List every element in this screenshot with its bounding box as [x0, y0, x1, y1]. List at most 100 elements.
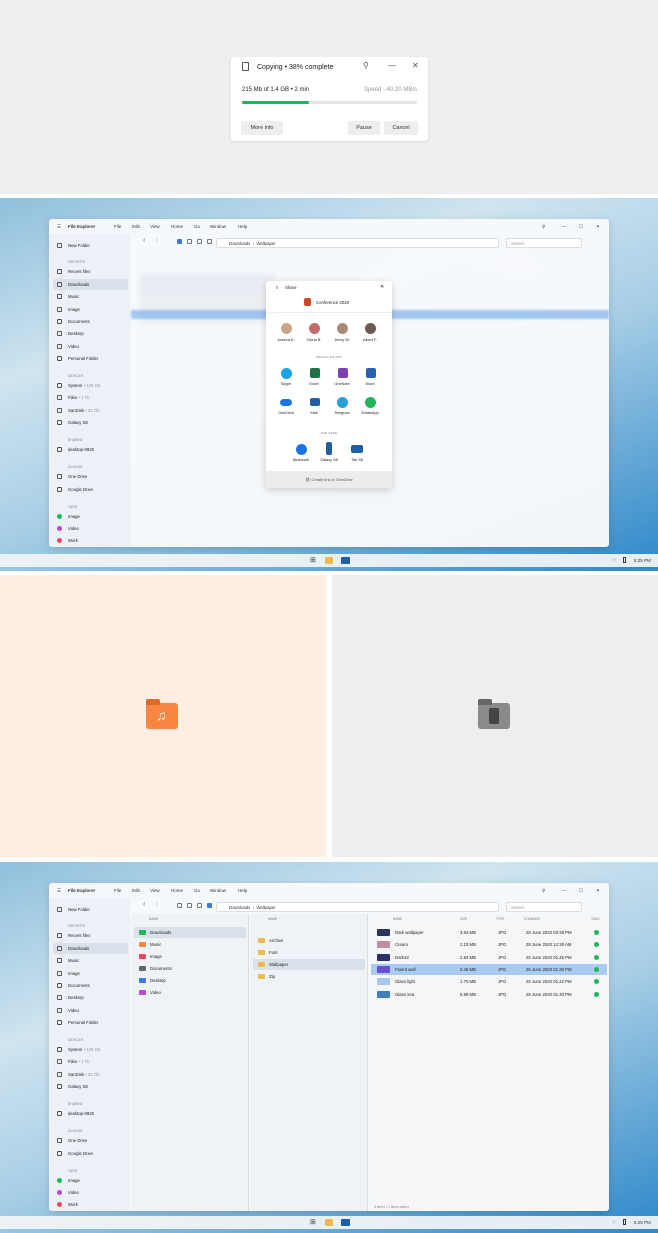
sidebar-item-music[interactable]: Music: [53, 955, 128, 966]
battery-icon[interactable]: [623, 557, 626, 563]
list-item-documents[interactable]: Documents: [134, 963, 246, 974]
sidebar-tag-image[interactable]: Image: [53, 1175, 128, 1186]
menu-edit[interactable]: Edit: [132, 888, 140, 893]
menu-home[interactable]: Home: [171, 224, 183, 229]
breadcrumb-wallpaper[interactable]: Wallpaper: [256, 905, 275, 910]
mail-icon[interactable]: [341, 557, 350, 564]
sidebar-item-desktop[interactable]: Desktop: [53, 328, 128, 339]
sidebar-item-music[interactable]: Music: [53, 291, 128, 302]
bluetooth-icon[interactable]: [296, 444, 307, 455]
sidebar-item-googledrive[interactable]: Google Drive: [53, 1148, 128, 1159]
excel-icon[interactable]: [310, 368, 320, 378]
sidebar-tag-video[interactable]: Video: [53, 523, 128, 534]
app-whatsapp[interactable]: WhatsApp: [355, 411, 385, 415]
list-item-image[interactable]: Image: [134, 951, 246, 962]
sidebar-tag-work[interactable]: Work: [53, 535, 128, 546]
skype-icon[interactable]: [281, 368, 292, 379]
wifi-icon[interactable]: ♡: [612, 558, 616, 564]
sidebar-item-documents[interactable]: Documents: [53, 316, 128, 327]
sidebar-item-downloads[interactable]: Downloads: [53, 279, 128, 290]
sidebar-item-recent[interactable]: Recent files: [53, 930, 128, 941]
sidebar-item-system[interactable]: System • 128 Gb: [53, 1044, 128, 1055]
view-columns-icon[interactable]: [207, 903, 212, 908]
sidebar-item-downloads[interactable]: Downloads: [53, 943, 128, 954]
app-excel[interactable]: Excel: [299, 382, 329, 386]
avatar[interactable]: [365, 323, 376, 334]
forward-icon[interactable]: ›: [156, 901, 158, 908]
list-item-video[interactable]: Video: [134, 987, 246, 998]
sidebar-item-image[interactable]: Image: [53, 968, 128, 979]
search-input[interactable]: Search: [506, 902, 582, 912]
tag-dot-icon[interactable]: [594, 979, 599, 985]
sidebar-item-onedrive[interactable]: One Drive: [53, 1135, 128, 1146]
pin-icon[interactable]: ⚲: [363, 61, 369, 70]
app-skype[interactable]: Skype: [271, 382, 301, 386]
sidebar-tag-video[interactable]: Video: [53, 1187, 128, 1198]
app-mail[interactable]: Mail: [299, 411, 329, 415]
column-header-changed[interactable]: CHANGED: [524, 917, 540, 921]
sidebar-item-personal[interactable]: Personal Folder: [53, 1017, 128, 1028]
menu-help[interactable]: Help: [238, 224, 247, 229]
list-item-font[interactable]: Font: [253, 947, 365, 958]
minimize-button[interactable]: —: [388, 61, 396, 70]
view-list-icon[interactable]: [177, 239, 182, 244]
table-row[interactable]: Cream 2.23 MB JPG 28 June 2020 12:35 AM: [371, 939, 607, 950]
column-header-size[interactable]: SIZE: [460, 917, 467, 921]
back-icon[interactable]: ‹: [143, 901, 145, 908]
table-row[interactable]: Dark wallpaper 3.63 MB JPG 28 June 2020 03:…: [371, 927, 607, 938]
sidebar-item-video[interactable]: Video: [53, 1005, 128, 1016]
start-icon[interactable]: ⊞: [310, 556, 316, 564]
pause-button[interactable]: Pause: [348, 121, 380, 135]
column-header-type[interactable]: TYPE: [496, 917, 504, 921]
sidebar-item-recent[interactable]: Recent files: [53, 266, 128, 277]
tag-dot-icon[interactable]: [594, 954, 599, 960]
sidebar-tag-image[interactable]: Image: [53, 511, 128, 522]
sidebar-item-onedrive[interactable]: One Drive: [53, 471, 128, 482]
list-item-downloads[interactable]: Downloads: [134, 927, 246, 938]
contact-gloria[interactable]: Gloria B.: [299, 338, 329, 342]
device-galaxy[interactable]: Galaxy S8: [314, 458, 344, 462]
more-info-button[interactable]: More info: [241, 121, 283, 135]
menu-edit[interactable]: Edit: [132, 224, 140, 229]
sidebar-item-sandisk[interactable]: SanDisk • 32 Gb: [53, 405, 128, 416]
view-list-icon[interactable]: [177, 903, 182, 908]
menu-help[interactable]: Help: [238, 888, 247, 893]
new-folder-button[interactable]: New Folder: [53, 240, 128, 251]
list-item-desktop[interactable]: Desktop: [134, 975, 246, 986]
close-icon[interactable]: ✕: [380, 284, 384, 290]
list-item-music[interactable]: Music: [134, 939, 246, 950]
battery-icon[interactable]: [623, 1219, 626, 1225]
onedrive-icon[interactable]: [280, 399, 292, 406]
sidebar-item-system[interactable]: System • 128 Gb: [53, 380, 128, 391]
mail-icon[interactable]: [341, 1219, 350, 1226]
file-explorer-icon[interactable]: [325, 1219, 333, 1226]
onenote-icon[interactable]: [338, 368, 348, 378]
tag-dot-icon[interactable]: [594, 930, 599, 935]
sidebar-item-files[interactable]: Files • 1 Tb: [53, 1056, 128, 1067]
list-item-archive[interactable]: Archive: [253, 935, 365, 946]
breadcrumb-wallpaper[interactable]: Wallpaper: [256, 241, 275, 246]
view-grid-icon[interactable]: [187, 239, 192, 244]
sidebar-item-files[interactable]: Files • 1 Tb: [53, 392, 128, 403]
table-row[interactable]: Fluent wall 2.45 MB JPG 26 June 2020 01:30 …: [371, 963, 607, 975]
sidebar-item-desktop[interactable]: Desktop: [53, 992, 128, 1003]
column-header-name[interactable]: NAME: [393, 917, 402, 921]
pin-icon[interactable]: ⚲: [542, 224, 545, 230]
contact-jessica[interactable]: Jessica K.: [271, 338, 301, 342]
maximize-button[interactable]: ☐: [579, 888, 583, 894]
tag-dot-icon[interactable]: [594, 966, 599, 972]
menu-go[interactable]: Go: [194, 224, 200, 229]
menu-file[interactable]: File: [114, 224, 121, 229]
app-telegram[interactable]: Telegram: [327, 411, 357, 415]
menu-icon[interactable]: ☰: [57, 888, 61, 894]
file-explorer-icon[interactable]: [325, 557, 333, 564]
sidebar-item-image[interactable]: Image: [53, 304, 128, 315]
breadcrumb[interactable]: Downloads › Wallpaper: [216, 238, 499, 248]
avatar[interactable]: [337, 323, 348, 334]
contact-jenny[interactable]: Jenny W.: [327, 338, 357, 342]
column-header-tags[interactable]: TAGS: [591, 917, 599, 921]
breadcrumb[interactable]: Downloads › Wallpaper: [216, 902, 499, 912]
avatar[interactable]: [309, 323, 320, 334]
table-row[interactable]: Glass light 1.70 MB JPG 25 June 2020 01:42 …: [371, 976, 607, 987]
view-tiles-icon[interactable]: [197, 903, 202, 908]
